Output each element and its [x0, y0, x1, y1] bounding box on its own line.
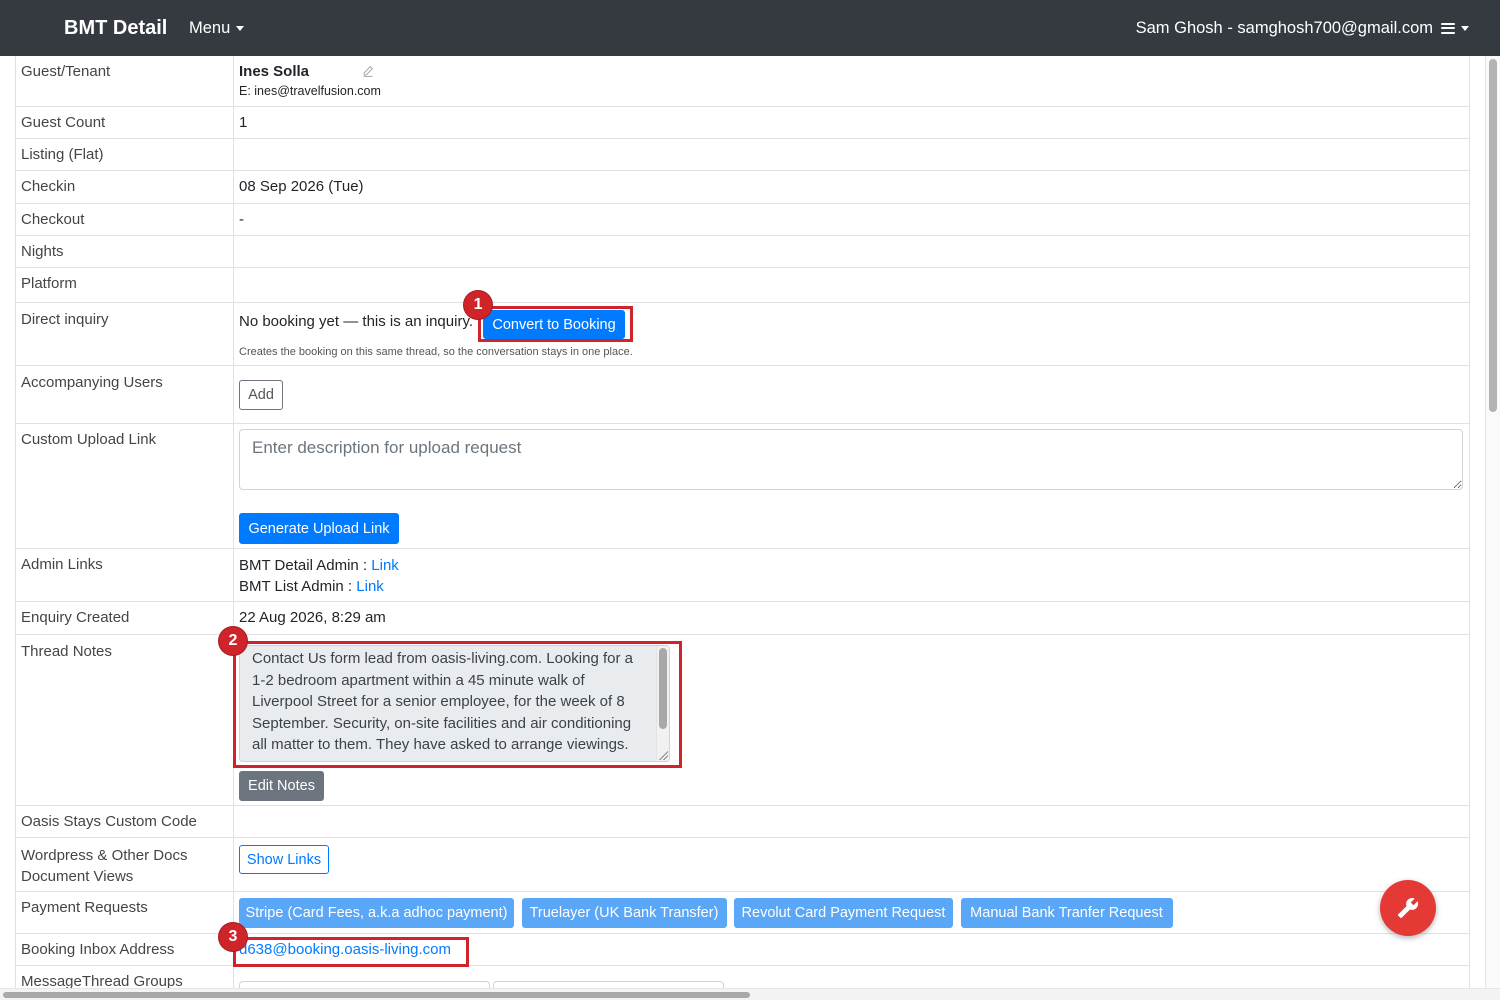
horizontal-scrollbar[interactable] [0, 988, 1500, 1000]
hamburger-icon[interactable] [1441, 22, 1455, 34]
row-platform: Platform [16, 268, 1469, 303]
row-label: Admin Links [16, 549, 234, 601]
row-guest-count: Guest Count 1 [16, 107, 1469, 139]
row-label: Listing (Flat) [16, 139, 234, 170]
row-listing: Listing (Flat) [16, 139, 1469, 171]
caret-down-icon [1461, 25, 1469, 31]
row-label: Enquiry Created [16, 602, 234, 634]
horizontal-scrollbar-thumb[interactable] [3, 992, 750, 998]
row-value: d638@booking.oasis-living.com 3 [219, 923, 1469, 967]
row-label: Booking Inbox Address [16, 934, 234, 965]
row-label: Nights [16, 236, 234, 267]
row-accompanying-users: Accompanying Users Add [16, 366, 1469, 424]
row-booking-inbox: Booking Inbox Address d638@booking.oasis… [16, 923, 1469, 967]
pencil-icon[interactable] [362, 63, 374, 77]
nights-value [234, 236, 1469, 267]
row-docs: Wordpress & Other Docs Document Views Sh… [16, 838, 1469, 892]
checkin-value: 08 Sep 2026 (Tue) [239, 178, 364, 195]
notes-scrollbar[interactable] [656, 646, 669, 761]
row-label: Checkout [16, 204, 234, 235]
add-user-button[interactable]: Add [239, 380, 283, 410]
inquiry-status: No booking yet — this is an inquiry. [239, 313, 474, 330]
row-value: No booking yet — this is an inquiry. 1 C… [234, 291, 1469, 365]
edit-notes-button[interactable]: Edit Notes [239, 771, 324, 801]
thread-notes-text: Contact Us form lead from oasis-living.c… [252, 650, 633, 753]
listing-value [234, 139, 1469, 170]
stripe-payment-button[interactable]: Stripe (Card Fees, a.k.a adhoc payment) [239, 898, 514, 928]
row-label: Direct inquiry [16, 303, 234, 365]
payment-buttons: Stripe (Card Fees, a.k.a adhoc payment) … [234, 892, 1469, 933]
top-navbar: BMT Detail Menu Sam Ghosh - samghosh700@… [0, 0, 1500, 56]
user-menu[interactable]: Sam Ghosh - samghosh700@gmail.com [1136, 17, 1469, 39]
guest-name: Ines Solla [239, 63, 310, 80]
row-label: Oasis Stays Custom Code [16, 806, 234, 837]
row-value: Contact Us form lead from oasis-living.c… [219, 627, 1469, 805]
convert-to-booking-button[interactable]: Convert to Booking [483, 310, 626, 339]
row-checkout: Checkout - [16, 204, 1469, 236]
admin-link-label: BMT Detail Admin : [239, 557, 372, 574]
row-label: Thread Notes [16, 635, 234, 805]
row-label: Platform [16, 268, 234, 302]
menu-label: Menu [189, 19, 231, 37]
thread-notes-textarea[interactable]: Contact Us form lead from oasis-living.c… [239, 645, 670, 762]
annotation-box-1: 1 Convert to Booking [464, 291, 634, 342]
row-admin-links: Admin Links BMT Detail Admin : Link BMT … [16, 549, 1469, 602]
row-guest: Guest/Tenant Ines Solla E: ines@travelfu… [16, 56, 1469, 107]
row-value: Show Links [234, 838, 1469, 891]
upload-description-textarea[interactable] [239, 429, 1463, 490]
row-label: Guest/Tenant [16, 56, 234, 106]
menu-dropdown[interactable]: Menu [189, 17, 245, 39]
resize-grip-icon[interactable] [658, 750, 668, 760]
row-value: Generate Upload Link [234, 424, 1469, 548]
row-checkin: Checkin 08 Sep 2026 (Tue) [16, 171, 1469, 204]
row-thread-notes: Thread Notes Contact Us form lead from o… [16, 627, 1469, 806]
row-payment-requests: Payment Requests Stripe (Card Fees, a.k.… [16, 892, 1469, 934]
row-label: Wordpress & Other Docs Document Views [16, 838, 234, 891]
admin-link-label: BMT List Admin : [239, 578, 357, 595]
row-value: BMT Detail Admin : Link BMT List Admin :… [234, 549, 1469, 601]
bmt-detail-admin-link[interactable]: Link [371, 557, 399, 574]
row-label: Payment Requests [16, 892, 234, 933]
enquiry-created-value: 22 Aug 2026, 8:29 am [239, 609, 386, 626]
convert-help-text: Creates the booking on this same thread,… [239, 346, 633, 358]
vertical-scrollbar[interactable] [1485, 56, 1500, 988]
row-label: Checkin [16, 171, 234, 203]
detail-table: Guest/Tenant Ines Solla E: ines@travelfu… [15, 56, 1470, 1000]
row-label: Accompanying Users [16, 366, 234, 423]
annotation-badge-1: 1 [464, 291, 493, 319]
truelayer-payment-button[interactable]: Truelayer (UK Bank Transfer) [521, 898, 727, 928]
guest-email: E: ines@travelfusion.com [239, 84, 381, 98]
notes-scrollbar-thumb[interactable] [659, 648, 667, 729]
vertical-scrollbar-thumb[interactable] [1489, 59, 1497, 412]
custom-code-value [234, 806, 1469, 837]
tools-fab-button[interactable] [1380, 880, 1436, 936]
row-enquiry-created: Enquiry Created 22 Aug 2026, 8:29 am [16, 602, 1469, 635]
booking-inbox-email-link[interactable]: d638@booking.oasis-living.com [239, 941, 451, 958]
platform-value [234, 268, 1469, 302]
revolut-payment-button[interactable]: Revolut Card Payment Request [734, 898, 953, 928]
show-links-button[interactable]: Show Links [239, 845, 329, 874]
inquiry-line: No booking yet — this is an inquiry. 1 C… [239, 291, 1464, 342]
row-direct-inquiry: Direct inquiry No booking yet — this is … [16, 291, 1469, 366]
admin-link-detail: BMT Detail Admin : Link [239, 555, 1464, 576]
row-nights: Nights [16, 236, 1469, 268]
row-label: Guest Count [16, 107, 234, 138]
generate-upload-link-button[interactable]: Generate Upload Link [239, 513, 399, 544]
row-value: Add [234, 366, 1469, 423]
row-value: Ines Solla E: ines@travelfusion.com [234, 56, 1469, 106]
wrench-icon [1397, 898, 1419, 919]
bmt-list-admin-link[interactable]: Link [356, 578, 384, 595]
row-label: Custom Upload Link [16, 424, 234, 548]
app-title[interactable]: BMT Detail [64, 15, 167, 41]
user-label: Sam Ghosh - samghosh700@gmail.com [1135, 19, 1433, 37]
guest-count-value: 1 [239, 114, 248, 131]
checkout-value: - [239, 211, 244, 228]
manual-bank-transfer-button[interactable]: Manual Bank Tranfer Request [960, 898, 1173, 928]
caret-down-icon [236, 25, 245, 31]
admin-link-list: BMT List Admin : Link [239, 576, 1464, 597]
row-custom-code: Oasis Stays Custom Code [16, 806, 1469, 838]
row-custom-upload: Custom Upload Link Generate Upload Link [16, 424, 1469, 549]
